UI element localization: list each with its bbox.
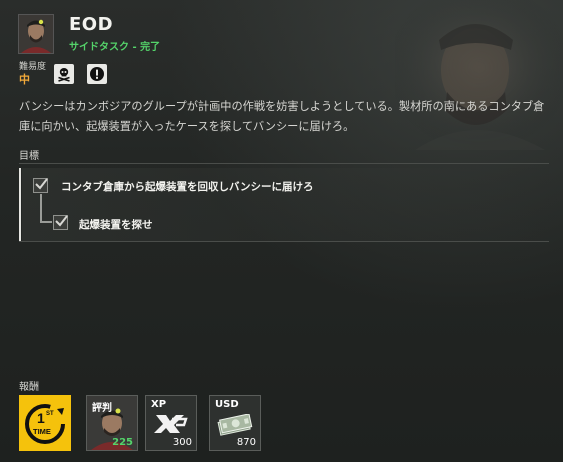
objective-checkbox-main — [33, 178, 48, 193]
divider — [19, 241, 549, 242]
first-time-number: 1 — [37, 410, 45, 426]
objective-tree-line — [40, 194, 42, 223]
difficulty-value: 中 — [19, 73, 30, 86]
reward-first-time[interactable]: 1 ST TIME — [19, 395, 71, 451]
exclamation-icon — [87, 64, 107, 84]
quest-giver-avatar — [18, 14, 54, 54]
first-time-label: TIME — [33, 427, 51, 436]
first-time-suffix: ST — [46, 411, 54, 417]
reward-reputation[interactable]: 評判 225 — [86, 395, 138, 451]
skull-crossbones-icon — [54, 64, 74, 84]
objective-main: コンタブ倉庫から起爆装置を回収しバンシーに届けろ — [61, 181, 314, 193]
objective-sub: 起爆装置を探せ — [79, 219, 153, 231]
usd-tag: USD — [215, 399, 239, 410]
mission-status: サイドタスク - 完了 — [69, 42, 161, 53]
xp-value: 300 — [172, 437, 192, 448]
reward-usd[interactable]: USD 870 — [209, 395, 261, 451]
usd-value: 870 — [236, 437, 256, 448]
objective-tree-line — [40, 221, 52, 223]
objectives-label: 目標 — [19, 151, 39, 162]
xp-tag: XP — [151, 399, 167, 410]
cash-icon — [217, 414, 253, 436]
reputation-tag: 評判 — [92, 403, 112, 414]
xp-icon — [154, 415, 188, 433]
divider — [19, 163, 549, 164]
reward-xp[interactable]: XP 300 — [145, 395, 197, 451]
objective-checkbox-sub — [53, 215, 68, 230]
mission-description: バンシーはカンボジアのグループが計画中の作戦を妨害しようとしている。製材所の南に… — [19, 100, 545, 133]
reputation-value: 225 — [112, 437, 133, 448]
mission-title: EOD — [69, 14, 114, 35]
objectives-accent-bar — [19, 168, 21, 241]
first-time-icon: 1 ST TIME — [25, 404, 65, 444]
rewards-label: 報酬 — [19, 382, 39, 393]
